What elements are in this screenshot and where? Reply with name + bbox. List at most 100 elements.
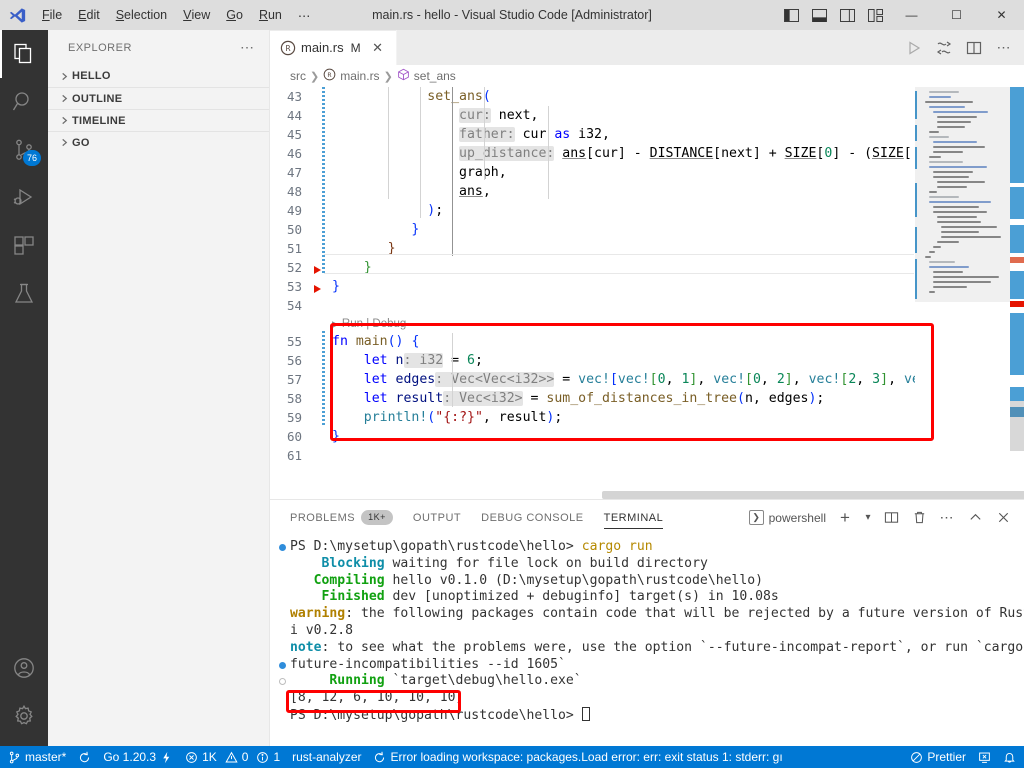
maximize-button[interactable]: ☐ xyxy=(934,0,979,30)
split-terminal-icon[interactable] xyxy=(878,505,904,531)
code-line[interactable]: 45 father: cur as i32, xyxy=(270,125,1024,144)
code-line[interactable]: 47 graph, xyxy=(270,163,1024,182)
menu-more[interactable]: ⋯ xyxy=(290,0,319,30)
menu-file[interactable]: File xyxy=(34,0,70,30)
toggle-secondary-sidebar-icon[interactable] xyxy=(833,0,861,30)
menu-selection[interactable]: Selection xyxy=(108,0,175,30)
tab-debug-console[interactable]: DEBUG CONSOLE xyxy=(481,500,583,535)
status-problems[interactable]: 1K 0 1 xyxy=(179,746,286,768)
tab-close-icon[interactable]: ✕ xyxy=(370,40,386,56)
customize-layout-icon[interactable] xyxy=(861,0,889,30)
minimap[interactable] xyxy=(915,87,1010,499)
menu-run[interactable]: Run xyxy=(251,0,290,30)
accounts-icon[interactable] xyxy=(0,644,48,692)
overview-ruler[interactable] xyxy=(1010,87,1024,499)
new-terminal-icon[interactable]: + xyxy=(832,505,858,531)
terminal-dropdown-icon[interactable]: ▾ xyxy=(860,505,876,531)
terminal-selector[interactable]: ❯ powershell xyxy=(745,510,830,525)
status-remote[interactable] xyxy=(972,746,997,768)
status-prettier[interactable]: Prettier xyxy=(904,746,972,768)
sidebar-item-testing[interactable] xyxy=(0,270,48,318)
kill-terminal-icon[interactable] xyxy=(906,505,932,531)
code-editor[interactable]: 43 set_ans(44 cur: next, 45 father: cur a… xyxy=(270,87,1024,499)
sidebar-section-hello[interactable]: HELLO xyxy=(48,65,269,87)
close-button[interactable]: ✕ xyxy=(979,0,1024,30)
code-lines[interactable]: 43 set_ans(44 cur: next, 45 father: cur a… xyxy=(270,87,1024,499)
code-line[interactable]: 57 let edges: Vec<Vec<i32>> = vec![vec![… xyxy=(270,370,1024,389)
editor-more-actions-icon[interactable]: ⋯ xyxy=(990,34,1018,62)
terminal-output[interactable]: PS D:\mysetup\gopath\rustcode\hello> car… xyxy=(270,535,1024,746)
explorer-sidebar: EXPLORER ⋯ HELLO OUTLINE TIMELINE GO xyxy=(48,30,270,746)
tab-output[interactable]: OUTPUT xyxy=(413,500,461,535)
sidebar-item-explorer[interactable] xyxy=(0,30,48,78)
toggle-panel-icon[interactable] xyxy=(805,0,833,30)
breadcrumb-item-src[interactable]: src xyxy=(290,69,306,83)
sidebar-section-go[interactable]: GO xyxy=(48,131,269,153)
code-line[interactable]: 60} xyxy=(270,427,1024,446)
scrollbar-thumb[interactable] xyxy=(602,491,1024,499)
editor-tab-bar: R main.rs M ✕ ⋯ xyxy=(270,30,1024,65)
menu-edit[interactable]: Edit xyxy=(70,0,108,30)
panel-actions: ❯ powershell + ▾ ⋯ xyxy=(745,505,1024,531)
sidebar-item-source-control[interactable]: 76 xyxy=(0,126,48,174)
title-bar: File Edit Selection View Go Run ⋯ main.r… xyxy=(0,0,1024,30)
debug-arrow-icon[interactable] xyxy=(314,266,321,274)
code-line[interactable]: 55 fn main() { xyxy=(270,332,1024,351)
breadcrumb-item-main-rs[interactable]: R main.rs xyxy=(323,68,380,84)
tab-main-rs[interactable]: R main.rs M ✕ xyxy=(270,30,397,65)
sidebar-more-actions-icon[interactable]: ⋯ xyxy=(234,39,261,56)
tab-problems[interactable]: PROBLEMS 1K+ xyxy=(290,500,393,535)
line-number: 54 xyxy=(286,298,302,313)
code-line[interactable]: 43 set_ans( xyxy=(270,87,1024,106)
status-sync[interactable] xyxy=(72,746,97,768)
code-line[interactable]: 58 let result: Vec<i32> = sum_of_distanc… xyxy=(270,389,1024,408)
code-line[interactable]: 51 } xyxy=(270,239,1024,258)
status-rust-analyzer[interactable]: rust-analyzer xyxy=(286,746,367,768)
overview-ruler-mark xyxy=(1010,387,1024,401)
code-line[interactable]: 50 } xyxy=(270,220,1024,239)
gear-icon[interactable] xyxy=(0,692,48,740)
minimize-button[interactable]: — xyxy=(889,0,934,30)
code-line[interactable]: 52 } xyxy=(270,258,1024,277)
code-line[interactable]: 53} xyxy=(270,277,1024,296)
symbol-function-icon xyxy=(397,68,410,84)
code-line[interactable]: 46 up_distance: ans[cur] - DISTANCE[next… xyxy=(270,144,1024,163)
code-line[interactable]: 54 xyxy=(270,296,1024,315)
code-line[interactable]: 61 xyxy=(270,446,1024,465)
status-go-version[interactable]: Go 1.20.3 xyxy=(97,746,179,768)
minimap-slider[interactable] xyxy=(915,87,1010,302)
code-line[interactable]: 49 ); xyxy=(270,201,1024,220)
toggle-primary-sidebar-icon[interactable] xyxy=(777,0,805,30)
sidebar-section-outline[interactable]: OUTLINE xyxy=(48,87,269,109)
close-panel-icon[interactable] xyxy=(990,505,1016,531)
code-line[interactable]: 44 cur: next, xyxy=(270,106,1024,125)
overview-ruler-thumb[interactable] xyxy=(1010,401,1024,451)
debug-arrow-icon[interactable] xyxy=(314,285,321,293)
menu-bar[interactable]: File Edit Selection View Go Run ⋯ xyxy=(34,0,318,30)
codelens-run-debug[interactable]: ▶ Run | Debug xyxy=(270,315,1024,332)
code-line[interactable]: 59 println!("{:?}", result); xyxy=(270,408,1024,427)
svg-text:R: R xyxy=(328,71,332,79)
sidebar-section-label: GO xyxy=(72,136,90,149)
terminal-line: i v0.2.8 xyxy=(290,622,354,638)
split-editor-icon[interactable] xyxy=(930,34,958,62)
menu-view[interactable]: View xyxy=(175,0,218,30)
toggle-layout-icon[interactable] xyxy=(960,34,988,62)
tab-terminal[interactable]: TERMINAL xyxy=(603,500,664,535)
sidebar-item-extensions[interactable] xyxy=(0,222,48,270)
panel-tab-label: TERMINAL xyxy=(603,511,664,524)
status-branch[interactable]: master* xyxy=(2,746,72,768)
breadcrumb-item-set-ans[interactable]: set_ans xyxy=(397,68,456,84)
code-line[interactable]: 56 let n: i32 = 6; xyxy=(270,351,1024,370)
sidebar-item-search[interactable] xyxy=(0,78,48,126)
sidebar-section-timeline[interactable]: TIMELINE xyxy=(48,109,269,131)
sidebar-item-run-and-debug[interactable] xyxy=(0,174,48,222)
run-button[interactable] xyxy=(900,34,928,62)
status-notifications-bell-icon[interactable] xyxy=(997,746,1022,768)
maximize-panel-icon[interactable] xyxy=(962,505,988,531)
panel-more-actions-icon[interactable]: ⋯ xyxy=(934,505,960,531)
code-line[interactable]: 48 ans, xyxy=(270,182,1024,201)
menu-go[interactable]: Go xyxy=(218,0,251,30)
status-workspace-error[interactable]: Error loading workspace: packages.Load e… xyxy=(367,746,788,768)
editor-horizontal-scrollbar[interactable] xyxy=(324,489,1024,499)
